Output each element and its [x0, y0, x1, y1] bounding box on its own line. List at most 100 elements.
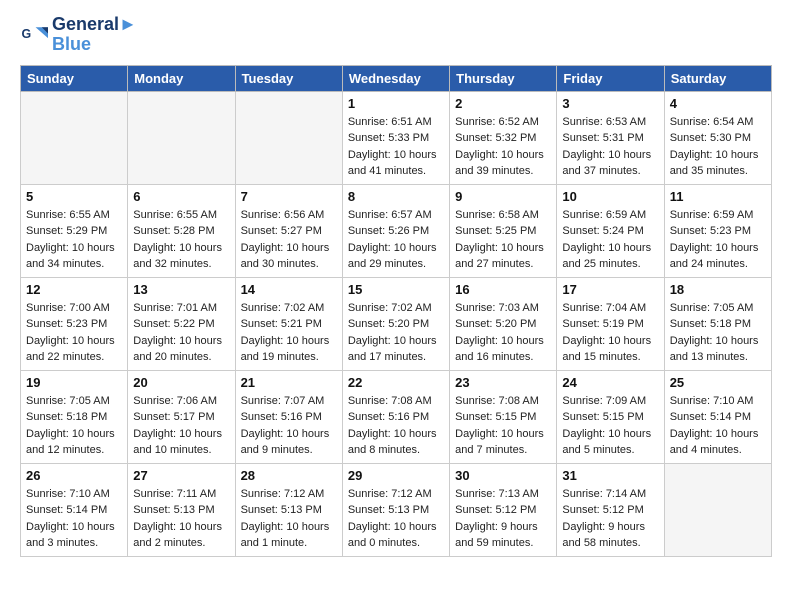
day-number: 29 [348, 468, 444, 483]
day-info: Sunrise: 7:11 AM Sunset: 5:13 PM Dayligh… [133, 486, 229, 552]
day-info: Sunrise: 7:03 AM Sunset: 5:20 PM Dayligh… [455, 300, 551, 366]
day-number: 20 [133, 375, 229, 390]
day-info: Sunrise: 7:01 AM Sunset: 5:22 PM Dayligh… [133, 300, 229, 366]
day-number: 6 [133, 189, 229, 204]
day-number: 18 [670, 282, 766, 297]
calendar-page: G General► Blue SundayMondayTuesdayWedne… [0, 0, 792, 572]
day-info: Sunrise: 7:12 AM Sunset: 5:13 PM Dayligh… [348, 486, 444, 552]
day-info: Sunrise: 6:57 AM Sunset: 5:26 PM Dayligh… [348, 207, 444, 273]
day-number: 12 [26, 282, 122, 297]
calendar-cell: 21 Sunrise: 7:07 AM Sunset: 5:16 PM Dayli… [235, 370, 342, 463]
calendar-cell: 26 Sunrise: 7:10 AM Sunset: 5:14 PM Dayli… [21, 463, 128, 556]
day-number: 22 [348, 375, 444, 390]
day-number: 13 [133, 282, 229, 297]
calendar-cell: 22 Sunrise: 7:08 AM Sunset: 5:16 PM Dayli… [342, 370, 449, 463]
day-info: Sunrise: 7:13 AM Sunset: 5:12 PM Dayligh… [455, 486, 551, 552]
day-info: Sunrise: 6:52 AM Sunset: 5:32 PM Dayligh… [455, 114, 551, 180]
day-number: 23 [455, 375, 551, 390]
day-info: Sunrise: 7:04 AM Sunset: 5:19 PM Dayligh… [562, 300, 658, 366]
calendar-cell: 17 Sunrise: 7:04 AM Sunset: 5:19 PM Dayli… [557, 277, 664, 370]
day-number: 31 [562, 468, 658, 483]
calendar-cell: 13 Sunrise: 7:01 AM Sunset: 5:22 PM Dayli… [128, 277, 235, 370]
day-number: 4 [670, 96, 766, 111]
calendar-cell: 28 Sunrise: 7:12 AM Sunset: 5:13 PM Dayli… [235, 463, 342, 556]
calendar-cell: 4 Sunrise: 6:54 AM Sunset: 5:30 PM Daylig… [664, 91, 771, 184]
day-number: 19 [26, 375, 122, 390]
calendar-cell [128, 91, 235, 184]
day-info: Sunrise: 7:12 AM Sunset: 5:13 PM Dayligh… [241, 486, 337, 552]
day-info: Sunrise: 6:51 AM Sunset: 5:33 PM Dayligh… [348, 114, 444, 180]
header-day: Thursday [450, 65, 557, 91]
day-info: Sunrise: 7:02 AM Sunset: 5:21 PM Dayligh… [241, 300, 337, 366]
day-number: 25 [670, 375, 766, 390]
day-number: 21 [241, 375, 337, 390]
calendar-cell: 15Sunrise: 7:02 AM Sunset: 5:20 PM Dayli… [342, 277, 449, 370]
day-info: Sunrise: 6:56 AM Sunset: 5:27 PM Dayligh… [241, 207, 337, 273]
header-day: Wednesday [342, 65, 449, 91]
calendar-cell: 11Sunrise: 6:59 AM Sunset: 5:23 PM Dayli… [664, 184, 771, 277]
day-number: 24 [562, 375, 658, 390]
day-number: 5 [26, 189, 122, 204]
day-number: 27 [133, 468, 229, 483]
calendar-cell: 20Sunrise: 7:06 AM Sunset: 5:17 PM Dayli… [128, 370, 235, 463]
week-row: 19Sunrise: 7:05 AM Sunset: 5:18 PM Dayli… [21, 370, 772, 463]
calendar-cell: 7 Sunrise: 6:56 AM Sunset: 5:27 PM Daylig… [235, 184, 342, 277]
day-number: 2 [455, 96, 551, 111]
calendar-table: SundayMondayTuesdayWednesdayThursdayFrid… [20, 65, 772, 557]
logo: G General► Blue [20, 15, 137, 55]
calendar-cell [235, 91, 342, 184]
day-info: Sunrise: 7:07 AM Sunset: 5:16 PM Dayligh… [241, 393, 337, 459]
day-number: 7 [241, 189, 337, 204]
calendar-cell [21, 91, 128, 184]
calendar-cell: 6Sunrise: 6:55 AM Sunset: 5:28 PM Daylig… [128, 184, 235, 277]
day-number: 26 [26, 468, 122, 483]
calendar-cell: 8 Sunrise: 6:57 AM Sunset: 5:26 PM Daylig… [342, 184, 449, 277]
day-info: Sunrise: 7:10 AM Sunset: 5:14 PM Dayligh… [26, 486, 122, 552]
calendar-cell: 19Sunrise: 7:05 AM Sunset: 5:18 PM Dayli… [21, 370, 128, 463]
day-info: Sunrise: 6:59 AM Sunset: 5:23 PM Dayligh… [670, 207, 766, 273]
day-number: 15 [348, 282, 444, 297]
calendar-cell: 10Sunrise: 6:59 AM Sunset: 5:24 PM Dayli… [557, 184, 664, 277]
day-info: Sunrise: 6:58 AM Sunset: 5:25 PM Dayligh… [455, 207, 551, 273]
header-day: Monday [128, 65, 235, 91]
day-info: Sunrise: 6:54 AM Sunset: 5:30 PM Dayligh… [670, 114, 766, 180]
calendar-cell: 23 Sunrise: 7:08 AM Sunset: 5:15 PM Dayli… [450, 370, 557, 463]
calendar-cell: 14Sunrise: 7:02 AM Sunset: 5:21 PM Dayli… [235, 277, 342, 370]
day-info: Sunrise: 6:55 AM Sunset: 5:29 PM Dayligh… [26, 207, 122, 273]
day-number: 28 [241, 468, 337, 483]
day-number: 30 [455, 468, 551, 483]
calendar-cell: 29 Sunrise: 7:12 AM Sunset: 5:13 PM Dayli… [342, 463, 449, 556]
calendar-cell: 12Sunrise: 7:00 AM Sunset: 5:23 PM Dayli… [21, 277, 128, 370]
header-row: SundayMondayTuesdayWednesdayThursdayFrid… [21, 65, 772, 91]
logo-text: General► Blue [52, 15, 137, 55]
day-number: 17 [562, 282, 658, 297]
day-info: Sunrise: 7:14 AM Sunset: 5:12 PM Dayligh… [562, 486, 658, 552]
calendar-cell: 30 Sunrise: 7:13 AM Sunset: 5:12 PM Dayli… [450, 463, 557, 556]
day-info: Sunrise: 7:08 AM Sunset: 5:15 PM Dayligh… [455, 393, 551, 459]
calendar-cell: 3 Sunrise: 6:53 AM Sunset: 5:31 PM Daylig… [557, 91, 664, 184]
week-row: 26 Sunrise: 7:10 AM Sunset: 5:14 PM Dayli… [21, 463, 772, 556]
calendar-cell: 1Sunrise: 6:51 AM Sunset: 5:33 PM Daylig… [342, 91, 449, 184]
week-row: 1Sunrise: 6:51 AM Sunset: 5:33 PM Daylig… [21, 91, 772, 184]
day-info: Sunrise: 7:08 AM Sunset: 5:16 PM Dayligh… [348, 393, 444, 459]
calendar-cell: 31 Sunrise: 7:14 AM Sunset: 5:12 PM Dayli… [557, 463, 664, 556]
header: G General► Blue [20, 15, 772, 55]
calendar-cell: 9 Sunrise: 6:58 AM Sunset: 5:25 PM Daylig… [450, 184, 557, 277]
header-day: Friday [557, 65, 664, 91]
week-row: 5 Sunrise: 6:55 AM Sunset: 5:29 PM Daylig… [21, 184, 772, 277]
calendar-cell: 16Sunrise: 7:03 AM Sunset: 5:20 PM Dayli… [450, 277, 557, 370]
calendar-cell: 18Sunrise: 7:05 AM Sunset: 5:18 PM Dayli… [664, 277, 771, 370]
header-day: Sunday [21, 65, 128, 91]
day-info: Sunrise: 6:59 AM Sunset: 5:24 PM Dayligh… [562, 207, 658, 273]
day-number: 3 [562, 96, 658, 111]
header-day: Tuesday [235, 65, 342, 91]
day-info: Sunrise: 6:53 AM Sunset: 5:31 PM Dayligh… [562, 114, 658, 180]
calendar-cell: 5 Sunrise: 6:55 AM Sunset: 5:29 PM Daylig… [21, 184, 128, 277]
day-number: 9 [455, 189, 551, 204]
calendar-cell [664, 463, 771, 556]
calendar-cell: 25Sunrise: 7:10 AM Sunset: 5:14 PM Dayli… [664, 370, 771, 463]
header-day: Saturday [664, 65, 771, 91]
day-number: 8 [348, 189, 444, 204]
calendar-cell: 27 Sunrise: 7:11 AM Sunset: 5:13 PM Dayli… [128, 463, 235, 556]
logo-icon: G [20, 21, 48, 49]
